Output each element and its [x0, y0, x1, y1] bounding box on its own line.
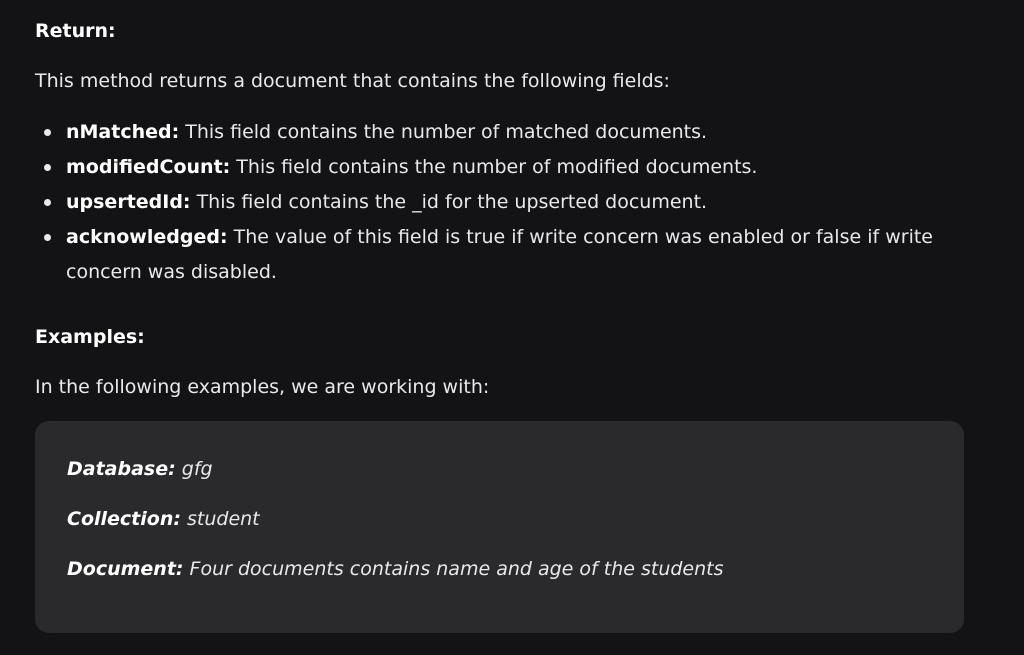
list-item: acknowledged: The value of this field is…	[35, 220, 965, 290]
field-name: nMatched:	[66, 121, 180, 143]
example-info-box: Database: gfg Collection: student Docume…	[35, 421, 964, 633]
bullet-icon	[44, 199, 51, 206]
document-line: Document: Four documents contains name a…	[67, 558, 724, 580]
field-name: modifiedCount:	[66, 156, 231, 178]
bullet-icon	[44, 234, 51, 241]
list-item: modifiedCount: This field contains the n…	[35, 150, 965, 185]
collection-line: Collection: student	[67, 508, 260, 530]
return-fields-list: nMatched: This field contains the number…	[35, 115, 965, 290]
field-description: This field contains the number of matche…	[179, 121, 708, 143]
bullet-icon	[44, 129, 51, 136]
database-line: Database: gfg	[67, 458, 213, 480]
document-value: Four documents contains name and age of …	[183, 558, 724, 580]
database-value: gfg	[175, 458, 213, 480]
database-label: Database:	[67, 458, 176, 480]
field-name: acknowledged:	[66, 226, 228, 248]
bullet-icon	[44, 164, 51, 171]
examples-heading: Examples:	[35, 326, 145, 348]
field-description: This field contains the number of modifi…	[230, 156, 758, 178]
collection-value: student	[180, 508, 260, 530]
document-label: Document:	[67, 558, 184, 580]
return-heading: Return:	[35, 20, 116, 42]
list-item: nMatched: This field contains the number…	[35, 115, 965, 150]
collection-label: Collection:	[67, 508, 181, 530]
examples-intro: In the following examples, we are workin…	[35, 376, 490, 398]
field-description: This field contains the _id for the upse…	[190, 191, 708, 213]
list-item: upsertedId: This field contains the _id …	[35, 185, 965, 220]
return-intro: This method returns a document that cont…	[35, 70, 670, 92]
field-name: upsertedId:	[66, 191, 191, 213]
